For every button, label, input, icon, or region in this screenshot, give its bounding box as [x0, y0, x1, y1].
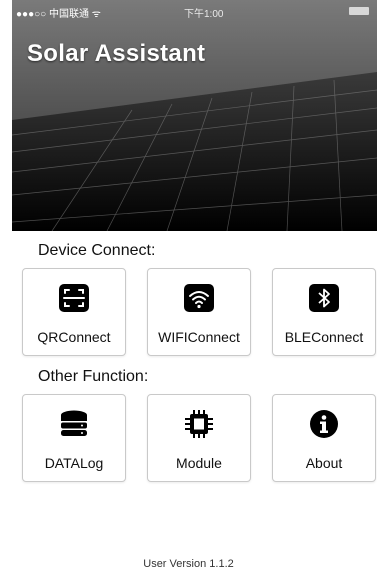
clock: 下午1:00 — [184, 9, 224, 20]
about-button[interactable]: About — [272, 394, 376, 482]
wifi-connect-button[interactable]: WIFIConnect — [147, 268, 251, 356]
about-label: About — [305, 455, 343, 471]
qr-connect-button[interactable]: QRConnect — [22, 268, 126, 356]
app-title: Solar Assistant — [27, 40, 206, 67]
qr-scan-icon — [59, 284, 89, 312]
ble-connect-label: BLEConnect — [284, 329, 364, 345]
info-icon — [310, 410, 338, 438]
datalog-label: DATALog — [44, 455, 104, 471]
database-icon — [61, 410, 87, 436]
solar-panel-image — [12, 0, 377, 231]
carrier-label: ●●●○○ 中国联通 ᯤ — [16, 9, 101, 20]
module-button[interactable]: Module — [147, 394, 251, 482]
wifi-connect-label: WIFIConnect — [158, 329, 240, 345]
datalog-button[interactable]: DATALog — [22, 394, 126, 482]
wifi-icon — [184, 284, 214, 312]
header-banner: ●●●○○ 中国联通 ᯤ 下午1:00 Solar Assistant — [12, 0, 377, 231]
qr-connect-label: QRConnect — [37, 329, 111, 345]
device-connect-heading: Device Connect: — [38, 242, 156, 259]
status-bar: ●●●○○ 中国联通 ᯤ 下午1:00 — [12, 0, 377, 20]
battery-icon — [349, 7, 369, 15]
chip-icon — [185, 410, 213, 438]
version-label: User Version 1.1.2 — [143, 558, 234, 570]
ble-connect-button[interactable]: BLEConnect — [272, 268, 376, 356]
bluetooth-icon — [309, 284, 339, 312]
other-function-heading: Other Function: — [38, 368, 149, 385]
module-label: Module — [176, 455, 222, 471]
